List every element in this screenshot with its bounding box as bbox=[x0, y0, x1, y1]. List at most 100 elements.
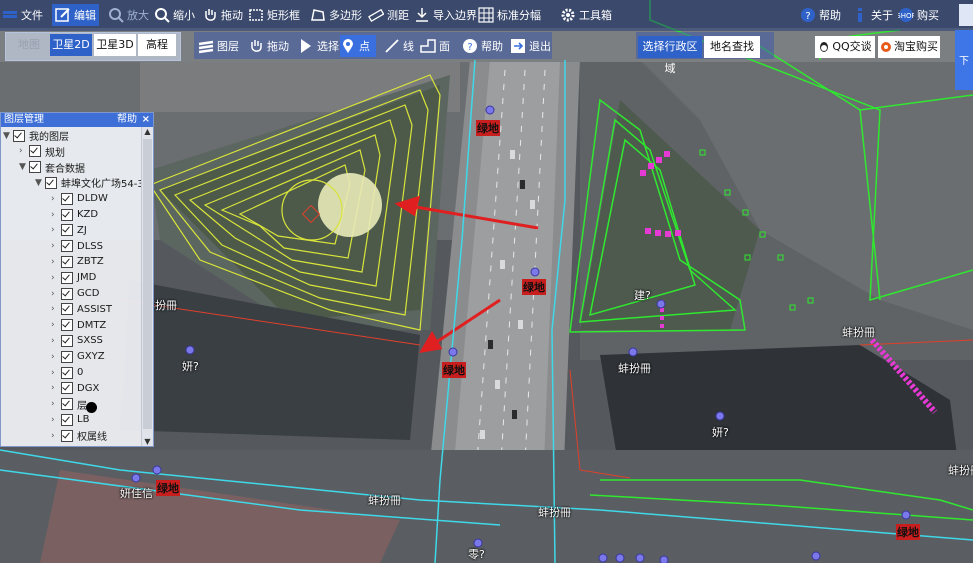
place-search-tab[interactable]: 地名查找 bbox=[704, 36, 760, 58]
layer-tree-item[interactable]: › GXYZ bbox=[51, 349, 105, 364]
collapse-icon[interactable]: › bbox=[51, 415, 60, 425]
collapse-icon[interactable]: › bbox=[51, 336, 60, 346]
layer-tree-item[interactable]: ▼ 蚌埠文化广场54-3 bbox=[35, 175, 144, 190]
layer-tree-item[interactable]: › 权属线 bbox=[51, 428, 107, 443]
basemap-satellite-3d-button[interactable]: 卫星3D bbox=[94, 34, 136, 56]
layers-button[interactable]: 图层 bbox=[198, 35, 239, 57]
layer-checkbox[interactable] bbox=[61, 240, 73, 253]
download-side-tab[interactable]: 下 bbox=[955, 30, 973, 90]
layer-checkbox[interactable] bbox=[61, 350, 73, 363]
layer-checkbox[interactable] bbox=[61, 319, 73, 332]
collapse-icon[interactable]: › bbox=[51, 431, 60, 441]
basemap-satellite-2d-button[interactable]: 卫星2D bbox=[50, 34, 92, 56]
layer-tree-item[interactable]: › DMTZ bbox=[51, 318, 106, 333]
import-boundary-button[interactable]: 导入边界 bbox=[414, 4, 477, 26]
import-icon bbox=[416, 8, 428, 22]
help-tool-button[interactable]: ? 帮助 bbox=[462, 35, 503, 57]
qq-chat-button[interactable]: QQ交谈 bbox=[815, 36, 875, 58]
measure-button[interactable]: 测距 bbox=[368, 4, 409, 26]
layer-tree-item[interactable]: › GCD bbox=[51, 286, 99, 301]
zoom-out-button[interactable]: 缩小 bbox=[154, 4, 195, 26]
layer-tree-item[interactable]: › DLSS bbox=[51, 239, 103, 254]
select-tool-button[interactable]: 选择 bbox=[298, 35, 339, 57]
layer-checkbox[interactable] bbox=[61, 287, 73, 300]
layer-checkbox[interactable] bbox=[61, 334, 73, 347]
layer-tree-item[interactable]: › 0 bbox=[51, 365, 83, 380]
collapse-icon[interactable]: › bbox=[51, 273, 60, 283]
layer-tree-item[interactable]: › SXSS bbox=[51, 333, 103, 348]
layer-checkbox[interactable] bbox=[61, 429, 73, 442]
line-tool-button[interactable]: 线 bbox=[384, 35, 414, 57]
scroll-down-icon[interactable]: ▼ bbox=[142, 437, 153, 446]
collapse-icon[interactable]: › bbox=[51, 399, 60, 409]
collapse-icon[interactable]: › bbox=[19, 146, 28, 156]
layer-checkbox[interactable] bbox=[61, 398, 73, 411]
collapse-icon[interactable]: › bbox=[51, 320, 60, 330]
help-button[interactable]: ? 帮助 bbox=[800, 4, 841, 26]
toolbar-scroll-right[interactable] bbox=[959, 4, 973, 26]
collapse-icon[interactable]: › bbox=[51, 225, 60, 235]
point-tool-button[interactable]: 点 bbox=[340, 35, 376, 57]
layer-checkbox[interactable] bbox=[45, 176, 57, 189]
close-icon[interactable]: × bbox=[142, 113, 150, 127]
collapse-icon[interactable]: › bbox=[51, 257, 60, 267]
collapse-icon[interactable]: › bbox=[51, 368, 60, 378]
layer-tree-item[interactable]: › DLDW bbox=[51, 191, 108, 206]
layer-tree-item[interactable]: › 层 bbox=[51, 397, 87, 412]
layer-tree-item[interactable]: › ASSIST bbox=[51, 302, 112, 317]
toolbox-button[interactable]: 工具箱 bbox=[560, 4, 612, 26]
layer-checkbox[interactable] bbox=[29, 145, 41, 158]
layer-tree-item[interactable]: › ZJ bbox=[51, 223, 87, 238]
layer-checkbox[interactable] bbox=[61, 208, 73, 221]
basemap-map-button[interactable]: 地图 bbox=[10, 34, 48, 56]
layer-tree-item[interactable]: ▼ 我的图层 bbox=[3, 128, 69, 143]
layer-checkbox[interactable] bbox=[61, 303, 73, 316]
rect-select-button[interactable]: 矩形框 bbox=[248, 4, 300, 26]
layer-tree-item[interactable]: › KZD bbox=[51, 207, 98, 222]
layer-tree-item[interactable]: › 规划 bbox=[19, 144, 65, 159]
expand-icon[interactable]: ▼ bbox=[3, 131, 12, 141]
pan-tool-button[interactable]: 拖动 bbox=[248, 35, 289, 57]
about-label: 关于 bbox=[871, 9, 893, 22]
zoom-in-button[interactable]: 放大 bbox=[108, 4, 149, 26]
layer-tree-item[interactable]: › ZBTZ bbox=[51, 254, 104, 269]
scroll-up-icon[interactable]: ▲ bbox=[142, 127, 153, 136]
layer-checkbox[interactable] bbox=[61, 192, 73, 205]
standard-grid-button[interactable]: 标准分幅 bbox=[478, 4, 541, 26]
collapse-icon[interactable]: › bbox=[51, 210, 60, 220]
expand-icon[interactable]: ▼ bbox=[35, 178, 44, 188]
expand-icon[interactable]: ▼ bbox=[19, 162, 28, 172]
panel-help-link[interactable]: 帮助 bbox=[117, 113, 137, 127]
layer-checkbox[interactable] bbox=[61, 255, 73, 268]
layer-checkbox[interactable] bbox=[61, 382, 73, 395]
edit-button[interactable]: 编辑 bbox=[52, 4, 99, 26]
file-menu[interactable]: 文件 bbox=[2, 4, 43, 26]
scroll-thumb[interactable] bbox=[143, 139, 152, 429]
layer-tree-item[interactable]: › LB bbox=[51, 412, 89, 427]
collapse-icon[interactable]: › bbox=[51, 304, 60, 314]
select-region-tab[interactable]: 选择行政区域 bbox=[638, 36, 702, 75]
collapse-icon[interactable]: › bbox=[51, 241, 60, 251]
panel-scrollbar[interactable]: ▲ ▼ bbox=[141, 127, 153, 446]
polygon-button[interactable]: 多边形 bbox=[310, 4, 362, 26]
buy-button[interactable]: SHOP 购买 bbox=[898, 4, 939, 26]
collapse-icon[interactable]: › bbox=[51, 383, 60, 393]
polygon-tool-button[interactable]: 面 bbox=[420, 35, 450, 57]
layer-checkbox[interactable] bbox=[61, 413, 73, 426]
layer-checkbox[interactable] bbox=[61, 224, 73, 237]
exit-tool-button[interactable]: 退出 bbox=[510, 35, 551, 57]
about-button[interactable]: 关于 bbox=[852, 4, 893, 26]
taobao-buy-button[interactable]: 淘宝购买 bbox=[878, 36, 940, 58]
layer-tree-item[interactable]: › DGX bbox=[51, 381, 99, 396]
collapse-icon[interactable]: › bbox=[51, 194, 60, 204]
basemap-elevation-button[interactable]: 高程 bbox=[138, 34, 176, 56]
layer-checkbox[interactable] bbox=[29, 161, 41, 174]
pan-button[interactable]: 拖动 bbox=[202, 4, 243, 26]
layer-checkbox[interactable] bbox=[13, 129, 25, 142]
layer-checkbox[interactable] bbox=[61, 366, 73, 379]
layer-checkbox[interactable] bbox=[61, 271, 73, 284]
collapse-icon[interactable]: › bbox=[51, 289, 60, 299]
layer-tree-item[interactable]: › JMD bbox=[51, 270, 96, 285]
layer-tree-item[interactable]: ▼ 套合数据 bbox=[19, 160, 85, 175]
collapse-icon[interactable]: › bbox=[51, 352, 60, 362]
